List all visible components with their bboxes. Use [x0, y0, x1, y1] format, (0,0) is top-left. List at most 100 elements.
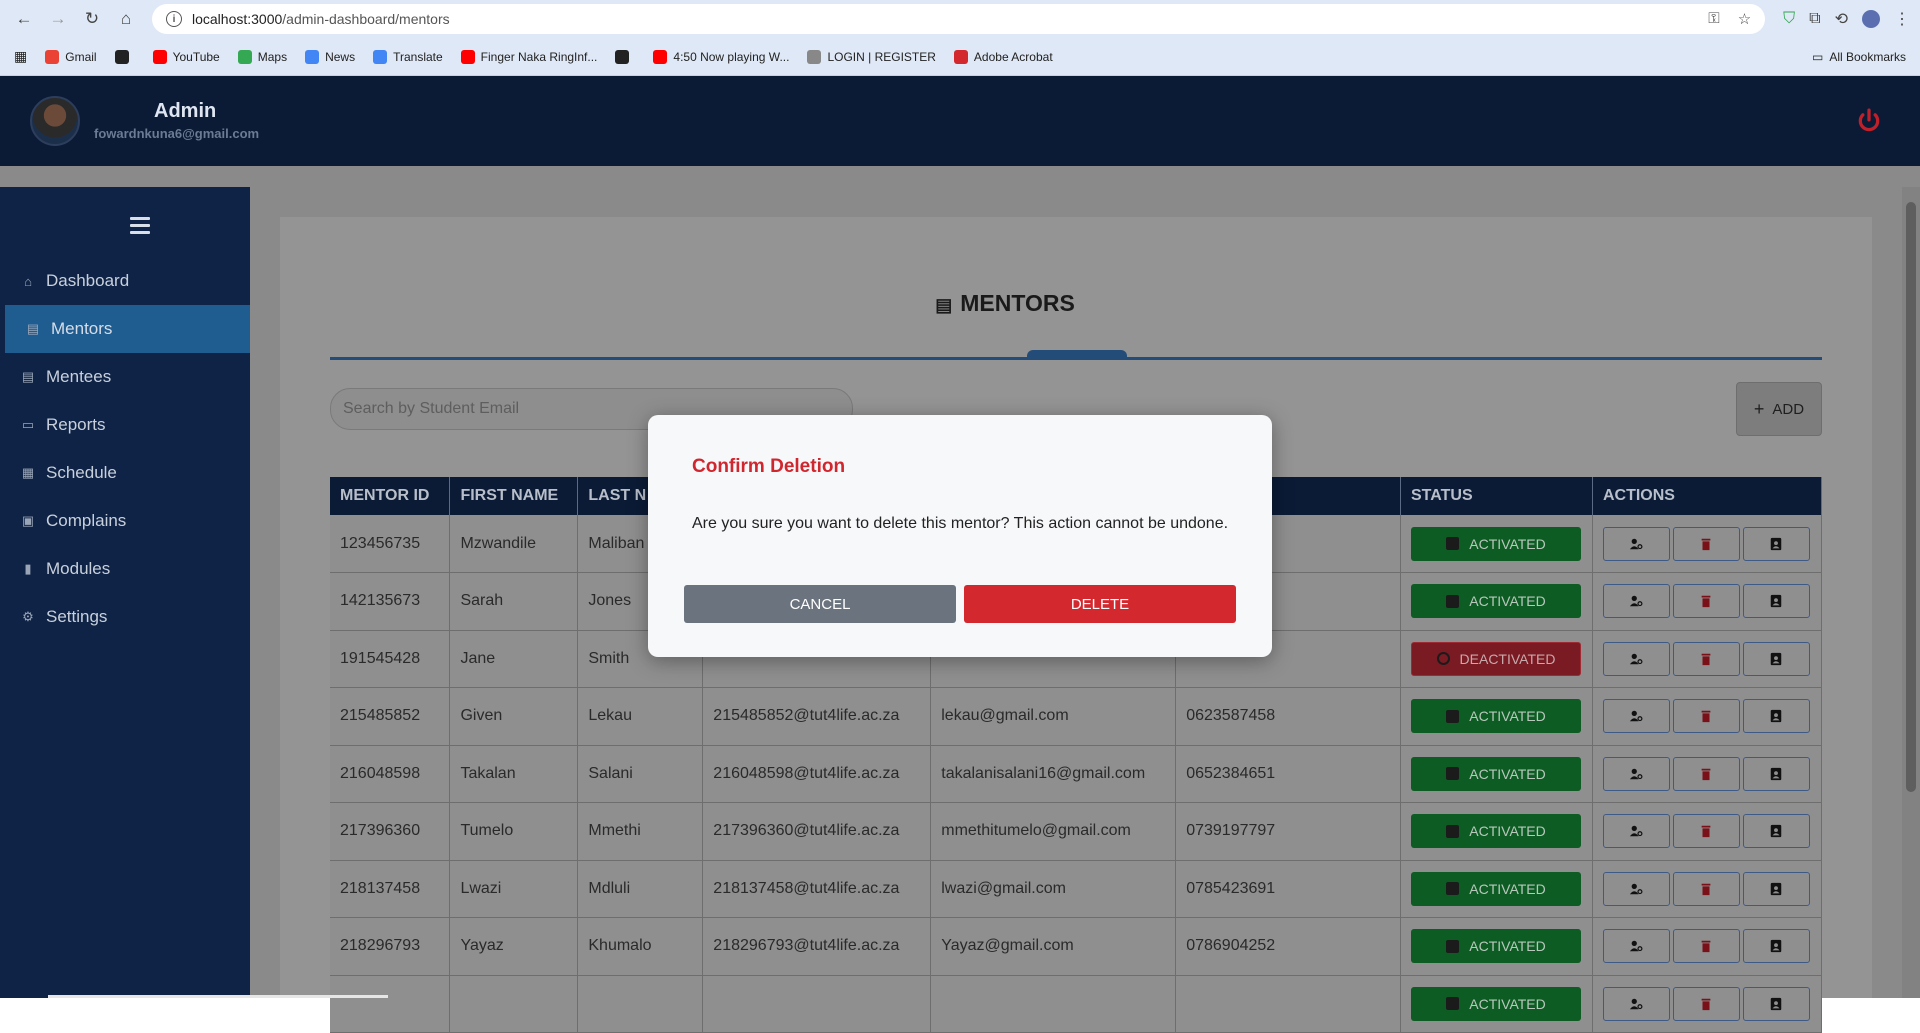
status-toggle-button[interactable]: ACTIVATED [1411, 814, 1581, 848]
bookmark-favicon-icon [954, 50, 968, 64]
view-profile-button[interactable] [1743, 584, 1810, 618]
table-cell-first: Takalan [450, 745, 578, 803]
save-icon [1446, 595, 1459, 608]
delete-row-button[interactable] [1673, 814, 1740, 848]
reload-button[interactable]: ↻ [78, 5, 106, 33]
table-cell-email: 216048598@tut4life.ac.za [703, 745, 931, 803]
sidebar-item-reports[interactable]: ▭Reports [0, 401, 250, 449]
status-toggle-button[interactable]: ACTIVATED [1411, 527, 1581, 561]
status-toggle-button[interactable]: ACTIVATED [1411, 872, 1581, 906]
edit-user-button[interactable] [1603, 987, 1670, 1021]
scrollbar[interactable] [1902, 187, 1920, 998]
edit-user-button[interactable] [1603, 929, 1670, 963]
bookmark-item[interactable]: Adobe Acrobat [954, 50, 1053, 64]
edit-user-button[interactable] [1603, 584, 1670, 618]
table-cell-status: ACTIVATED [1401, 860, 1593, 918]
profile-avatar[interactable] [1862, 10, 1880, 28]
history-icon[interactable]: ⟲ [1835, 9, 1848, 29]
table-cell-phone: 0739197797 [1176, 803, 1401, 861]
status-toggle-button[interactable]: ACTIVATED [1411, 584, 1581, 618]
table-cell-first: Yayaz [450, 918, 578, 976]
home-button[interactable]: ⌂ [112, 5, 140, 33]
status-toggle-button[interactable]: ACTIVATED [1411, 929, 1581, 963]
view-profile-button[interactable] [1743, 527, 1810, 561]
add-mentor-button[interactable]: + ADD [1736, 382, 1822, 436]
view-profile-button[interactable] [1743, 872, 1810, 906]
bookmark-favicon-icon [461, 50, 475, 64]
table-row: 218296793YayazKhumalo218296793@tut4life.… [330, 918, 1822, 976]
delete-row-button[interactable] [1673, 699, 1740, 733]
browser-menu-icon[interactable]: ⋮ [1894, 9, 1910, 29]
back-button[interactable]: ← [10, 5, 38, 33]
bookmark-item[interactable]: LOGIN | REGISTER [807, 50, 935, 64]
view-profile-button[interactable] [1743, 699, 1810, 733]
delete-row-button[interactable] [1673, 584, 1740, 618]
table-cell-actions [1592, 515, 1821, 573]
bookmark-item[interactable]: YouTube [153, 50, 220, 64]
user-name: Admin [154, 100, 216, 123]
bookmark-item[interactable]: Gmail [45, 50, 96, 64]
view-profile-button[interactable] [1743, 814, 1810, 848]
edit-user-button[interactable] [1603, 872, 1670, 906]
password-key-icon[interactable]: ⚿ [1708, 10, 1719, 28]
forward-button[interactable]: → [44, 5, 72, 33]
bookmark-label: 4:50 Now playing W... [673, 50, 789, 64]
table-cell-status: DEACTIVATED [1401, 630, 1593, 688]
view-profile-button[interactable] [1743, 929, 1810, 963]
scrollbar-thumb[interactable] [1906, 202, 1916, 792]
view-profile-button[interactable] [1743, 757, 1810, 791]
table-cell-id: 218137458 [330, 860, 450, 918]
shield-extension-icon[interactable]: ⛉ [1783, 10, 1795, 28]
status-toggle-button[interactable]: ACTIVATED [1411, 757, 1581, 791]
sidebar-item-label: Schedule [46, 463, 117, 483]
sidebar-item-schedule[interactable]: ▦Schedule [0, 449, 250, 497]
sidebar-item-settings[interactable]: ⚙Settings [0, 593, 250, 641]
cancel-button[interactable]: CANCEL [684, 585, 956, 623]
status-toggle-button[interactable]: DEACTIVATED [1411, 642, 1581, 676]
table-cell-id: 142135673 [330, 573, 450, 631]
status-toggle-button[interactable]: ACTIVATED [1411, 699, 1581, 733]
delete-row-button[interactable] [1673, 642, 1740, 676]
power-icon[interactable] [1856, 108, 1882, 134]
delete-button[interactable]: DELETE [964, 585, 1236, 623]
confirm-delete-dialog: Confirm Deletion Are you sure you want t… [648, 415, 1272, 657]
status-label: DEACTIVATED [1460, 651, 1556, 667]
bookmark-item[interactable]: Translate [373, 50, 443, 64]
table-cell-status: ACTIVATED [1401, 918, 1593, 976]
site-info-icon[interactable]: i [166, 11, 182, 27]
sidebar-item-complains[interactable]: ▣Complains [0, 497, 250, 545]
sidebar-item-mentees[interactable]: ▤Mentees [0, 353, 250, 401]
trash-icon [1699, 997, 1713, 1011]
table-cell-email: 218137458@tut4life.ac.za [703, 860, 931, 918]
address-bar[interactable]: i localhost:3000/admin-dashboard/mentors… [152, 4, 1765, 34]
table-cell-email [703, 975, 931, 1033]
sidebar-item-modules[interactable]: ▮Modules [0, 545, 250, 593]
bookmark-item[interactable] [615, 50, 635, 64]
bookmark-item[interactable] [115, 50, 135, 64]
bookmark-star-icon[interactable]: ☆ [1738, 10, 1751, 28]
bookmark-item[interactable]: 4:50 Now playing W... [653, 50, 789, 64]
bookmark-item[interactable]: News [305, 50, 355, 64]
edit-user-button[interactable] [1603, 642, 1670, 676]
status-toggle-button[interactable]: ACTIVATED [1411, 987, 1581, 1021]
delete-row-button[interactable] [1673, 929, 1740, 963]
edit-user-button[interactable] [1603, 699, 1670, 733]
extensions-icon[interactable]: ⧉ [1809, 10, 1820, 28]
bookmark-item[interactable]: Finger Naka RingInf... [461, 50, 598, 64]
delete-row-button[interactable] [1673, 987, 1740, 1021]
user-gear-icon [1629, 594, 1643, 608]
bookmark-item[interactable]: Maps [238, 50, 287, 64]
view-profile-button[interactable] [1743, 987, 1810, 1021]
apps-grid-icon[interactable]: ▦ [14, 48, 27, 65]
all-bookmarks-button[interactable]: ▭All Bookmarks [1812, 50, 1906, 64]
edit-user-button[interactable] [1603, 527, 1670, 561]
edit-user-button[interactable] [1603, 814, 1670, 848]
hamburger-menu-icon[interactable] [130, 217, 150, 238]
status-label: ACTIVATED [1469, 593, 1546, 609]
edit-user-button[interactable] [1603, 757, 1670, 791]
bookmark-favicon-icon [615, 50, 629, 64]
view-profile-button[interactable] [1743, 642, 1810, 676]
delete-row-button[interactable] [1673, 872, 1740, 906]
delete-row-button[interactable] [1673, 757, 1740, 791]
delete-row-button[interactable] [1673, 527, 1740, 561]
